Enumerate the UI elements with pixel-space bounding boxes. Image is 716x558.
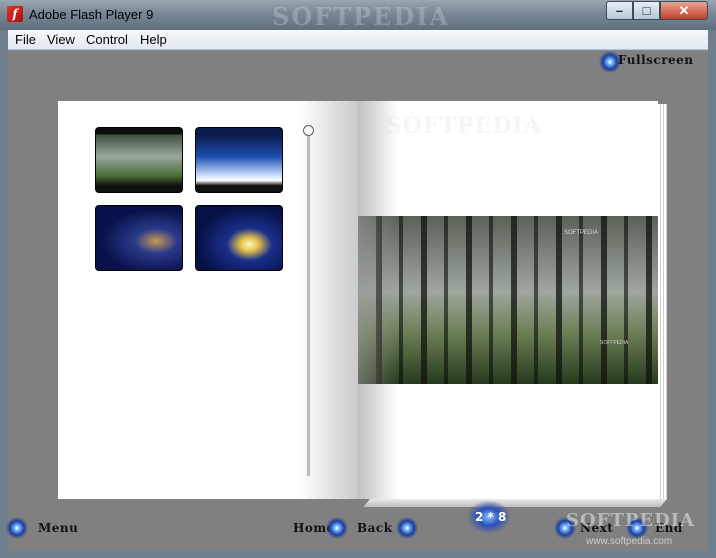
swirl-thumbnail[interactable]	[95, 205, 183, 271]
book-left-page	[58, 101, 358, 499]
photo-caption: SOFTPEDIA	[564, 230, 599, 236]
footer-watermark: SOFTPEDIA	[566, 510, 696, 531]
footer-url: www.softpedia.com	[586, 536, 673, 547]
fullscreen-button[interactable]: Fullscreen	[618, 53, 694, 67]
back-sparkle-icon[interactable]	[396, 517, 418, 539]
menu-file[interactable]: File	[15, 32, 36, 47]
left-page-gutter-shadow	[298, 101, 358, 499]
title-bar: f Adobe Flash Player 9 SOFTPEDIA – □ ✕	[0, 0, 716, 31]
moon-thumbnail[interactable]	[195, 205, 283, 271]
window-frame-left	[0, 30, 8, 558]
menu-bar: File View Control Help	[8, 30, 708, 50]
book-page-stack	[658, 104, 667, 500]
window-frame-right	[708, 30, 716, 558]
right-page-gutter-shadow	[358, 101, 398, 499]
window-title: Adobe Flash Player 9	[29, 7, 154, 22]
window-frame-bottom	[0, 551, 716, 558]
forest-thumbnail[interactable]	[95, 127, 183, 193]
minimize-icon: –	[615, 3, 624, 18]
menu-sparkle-icon[interactable]	[6, 517, 28, 539]
close-button[interactable]: ✕	[660, 1, 708, 20]
flash-player-icon: f	[7, 6, 23, 22]
forest-photo: SOFTPEDIA SOFTPEDIA	[358, 216, 658, 384]
menu-control[interactable]: Control	[86, 32, 128, 47]
close-icon: ✕	[678, 3, 690, 18]
maximize-icon: □	[642, 3, 651, 18]
title-watermark: SOFTPEDIA	[272, 2, 451, 31]
menu-button[interactable]: Menu	[38, 521, 78, 535]
right-page-faded-heading: SOFTPEDIA	[386, 113, 542, 139]
minimize-button[interactable]: –	[606, 1, 633, 20]
menu-view[interactable]: View	[47, 32, 75, 47]
woman-thumbnail[interactable]	[195, 127, 283, 193]
book-right-page: SOFTPEDIA SOFTPEDIA SOFTPEDIA	[358, 101, 658, 499]
maximize-button[interactable]: □	[633, 1, 660, 20]
menu-help[interactable]: Help	[140, 32, 167, 47]
photo-caption-secondary: SOFTPEDIA	[600, 340, 629, 346]
page-indicator: 2 * 8	[475, 510, 507, 524]
back-button[interactable]: Back	[357, 521, 393, 535]
book-bottom-edge	[363, 499, 667, 507]
home-sparkle-icon[interactable]	[326, 517, 348, 539]
